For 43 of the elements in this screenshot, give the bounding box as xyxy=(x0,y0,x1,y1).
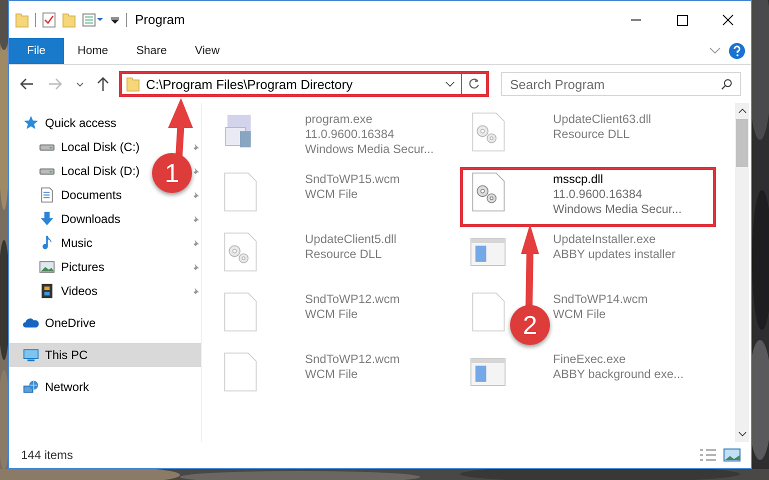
file-name: UpdateClient5.dll xyxy=(305,231,396,247)
sidebar-item[interactable]: Pictures xyxy=(9,255,145,279)
sidebar-item[interactable]: Downloads xyxy=(9,207,145,231)
ribbon-tab[interactable]: Home xyxy=(64,38,122,64)
sidebar-item[interactable]: This PC xyxy=(9,343,201,367)
file-detail: Resource DLL xyxy=(305,247,383,262)
ribbon-tab[interactable]: View xyxy=(180,38,234,64)
file-detail: WCM File xyxy=(553,307,607,322)
file-name: SndToWP12.wcm xyxy=(305,351,400,367)
sidebar-item[interactable]: Local Disk (D:) xyxy=(9,159,145,183)
file-detail: WCM File xyxy=(305,187,359,202)
file-name: msscp.dll xyxy=(553,171,604,187)
file-detail: WCM File xyxy=(305,307,359,322)
file-name: UpdateInstaller.exe xyxy=(553,231,657,247)
item-count: 144 items xyxy=(21,448,74,462)
file-detail: Windows Media Secur... xyxy=(305,142,434,157)
file-detail: ABBY updates installer xyxy=(553,247,676,262)
file-name: UpdateClient63.dll xyxy=(553,111,652,127)
file-detail: WCM File xyxy=(305,367,359,382)
sidebar-item[interactable]: OneDrive xyxy=(9,311,201,335)
file-detail: Windows Media Secur... xyxy=(553,202,682,217)
address-path: C:\Program Files\Program Directory xyxy=(146,76,353,92)
file-name: FineExec.exe xyxy=(553,351,627,367)
file-item[interactable]: msscp.dll 11.0.9600.16384 Windows Media Secur... xyxy=(462,169,714,225)
file-name: SndToWP15.wcm xyxy=(305,171,400,187)
sidebar-item[interactable]: Network xyxy=(9,375,201,399)
sidebar-item[interactable]: Music xyxy=(9,231,145,255)
window-title: Program xyxy=(135,12,185,27)
file-detail: ABBY background exe... xyxy=(553,367,684,382)
file-detail: 11.0.9600.16384 xyxy=(305,127,396,142)
file-detail: 11.0.9600.16384 xyxy=(553,187,644,202)
file-name: SndToWP14.wcm xyxy=(553,291,648,307)
ribbon-tab[interactable]: Share xyxy=(122,38,181,64)
file-detail: Resource DLL xyxy=(553,127,631,142)
file-name: program.exe xyxy=(305,111,374,127)
sidebar-item[interactable]: Local Disk (C:) xyxy=(9,135,145,159)
file-name: SndToWP12.wcm xyxy=(305,291,400,307)
sidebar-item[interactable]: Videos xyxy=(9,279,145,303)
address-bar[interactable]: C:\Program Files\Program Directory xyxy=(119,71,489,97)
sidebar-item[interactable]: Quick access xyxy=(9,111,201,135)
sidebar-item[interactable]: Documents xyxy=(9,183,145,207)
ribbon-tab[interactable]: File xyxy=(9,38,64,64)
search-field[interactable]: Search Program xyxy=(501,72,741,96)
